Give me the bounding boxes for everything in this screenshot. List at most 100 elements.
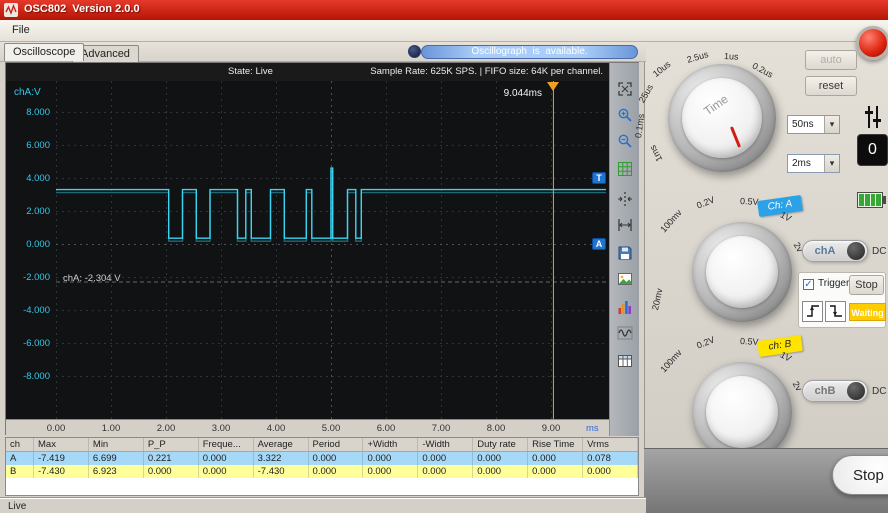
auto-button[interactable]: auto	[805, 50, 857, 70]
waveform-button[interactable]	[614, 323, 636, 345]
main-stop-button[interactable]: Stop	[832, 455, 888, 495]
zoom-in-icon	[617, 107, 633, 123]
time-cursor-handle[interactable]	[547, 82, 559, 91]
channel-a-voltage-label: chA: -2.304 V	[63, 273, 121, 284]
measurements-button[interactable]	[614, 351, 636, 373]
cell: 0.000	[473, 452, 528, 465]
spectrum-button[interactable]	[614, 297, 636, 319]
cell: 0.000	[418, 465, 473, 478]
zoom-out-icon	[617, 133, 633, 149]
x-tick: 4.00	[258, 423, 294, 434]
reset-button[interactable]: reset	[805, 76, 857, 96]
channel-b-knob-face	[706, 376, 778, 448]
y-tick: 2.000	[6, 206, 50, 217]
cell: 0.000	[528, 452, 583, 465]
channel-a-toggle-knob[interactable]	[847, 242, 865, 260]
time-knob[interactable]: Time	[668, 64, 776, 172]
col-header: P_P	[144, 438, 199, 451]
trigger-checkbox-label: Trigger	[818, 278, 849, 289]
oscilloscope-display: State: Live Sample Rate: 625K SPS. | FIF…	[5, 62, 639, 435]
save-button[interactable]	[614, 243, 636, 265]
zoom-in-button[interactable]	[614, 105, 636, 127]
table-row-channel-b[interactable]: B -7.430 6.923 0.000 0.000 -7.430 0.000 …	[6, 465, 638, 478]
y-tick: 0.000	[6, 239, 50, 250]
channel-a-coupling-label: DC	[872, 246, 886, 257]
cell: 0.000	[144, 465, 199, 478]
channel-a-zero-marker[interactable]: A	[592, 238, 606, 250]
fullscreen-button[interactable]	[614, 79, 636, 101]
col-header: Min	[89, 438, 144, 451]
banner-indicator-icon	[408, 45, 421, 58]
x-axis: 0.00 1.00 2.00 3.00 4.00 5.00 6.00 7.00 …	[6, 419, 609, 436]
availability-banner: Oscillograph is available.	[421, 45, 638, 59]
chevron-down-icon: ▾	[824, 116, 839, 133]
rising-edge-icon	[805, 303, 821, 319]
channel-a-enable-button[interactable]: chA	[802, 240, 868, 262]
cell: 0.000	[473, 465, 528, 478]
cell: -7.419	[34, 452, 89, 465]
col-header: Average	[254, 438, 309, 451]
timebase-select[interactable]: 2ms ▾	[787, 154, 840, 173]
battery-icon	[857, 192, 883, 208]
y-tick: -4.000	[6, 305, 50, 316]
cell: 0.000	[199, 465, 254, 478]
title-bar[interactable]: OSC802 Version 2.0.0	[0, 0, 888, 20]
cell: A	[6, 452, 34, 465]
time-knob-label: Time	[691, 84, 742, 125]
trigger-status-badge: Waiting	[849, 303, 886, 321]
chb-scale-label: 0.5V	[740, 336, 759, 347]
waveform-icon	[617, 325, 633, 341]
col-header: ch	[6, 438, 34, 451]
col-header: Max	[34, 438, 89, 451]
plot-area[interactable]: chA:V 8.000 6.000 4.000 2.000 0.000 -2.0…	[6, 81, 609, 419]
status-bar: Live	[0, 498, 646, 513]
y-tick: -6.000	[6, 338, 50, 349]
channel-a-button-label: chA	[803, 245, 847, 257]
cell: 0.078	[583, 452, 638, 465]
vertical-cursor-button[interactable]	[614, 189, 636, 211]
table-row-channel-a[interactable]: A -7.419 6.699 0.221 0.000 3.322 0.000 0…	[6, 452, 638, 465]
menu-file[interactable]: File	[0, 20, 42, 40]
horizontal-cursor-button[interactable]	[614, 215, 636, 237]
col-header: Period	[309, 438, 364, 451]
snapshot-icon	[617, 271, 633, 287]
fullscreen-icon	[617, 81, 633, 97]
app-window: OSC802 Version 2.0.0 File Stop Oscillosc…	[0, 0, 888, 513]
x-tick: 5.00	[313, 423, 349, 434]
battery-nub	[883, 196, 886, 204]
cell: 6.923	[89, 465, 144, 478]
power-button[interactable]	[856, 26, 888, 60]
filter-settings-icon[interactable]	[862, 104, 884, 130]
col-header: Freque...	[199, 438, 254, 451]
snapshot-button[interactable]	[614, 269, 636, 291]
channel-b-toggle-knob[interactable]	[847, 382, 865, 400]
cell: 0.000	[199, 452, 254, 465]
x-tick: 2.00	[148, 423, 184, 434]
save-icon	[617, 245, 633, 261]
tab-oscilloscope[interactable]: Oscilloscope	[4, 43, 84, 61]
x-axis-unit: ms	[586, 423, 599, 434]
scope-sample-rate: Sample Rate: 625K SPS. | FIFO size: 64K …	[370, 66, 603, 77]
x-tick: 3.00	[203, 423, 239, 434]
time-cursor-label: 9.044ms	[476, 88, 542, 99]
x-tick: 7.00	[423, 423, 459, 434]
col-header: Duty rate	[473, 438, 528, 451]
grid-button[interactable]	[614, 159, 636, 181]
channel-b-enable-button[interactable]: chB	[802, 380, 868, 402]
trigger-checkbox[interactable]: ✓	[803, 279, 814, 290]
channel-a-volts-knob[interactable]	[692, 222, 792, 322]
rising-edge-button[interactable]	[802, 301, 823, 322]
window-title: OSC802 Version 2.0.0	[24, 3, 140, 15]
scope-state: State: Live	[228, 66, 273, 77]
trigger-level-marker[interactable]: T	[592, 172, 606, 184]
timebase-value: 2ms	[788, 158, 824, 169]
trigger-stop-button[interactable]: Stop	[849, 275, 884, 295]
falling-edge-button[interactable]	[825, 301, 846, 322]
time-knob-face: Time	[682, 78, 762, 158]
x-tick: 1.00	[93, 423, 129, 434]
time-knob-pointer	[730, 126, 741, 148]
table-header-row: ch Max Min P_P Freque... Average Period …	[6, 438, 638, 452]
y-tick: 8.000	[6, 107, 50, 118]
channel-b-volts-knob[interactable]	[692, 362, 792, 462]
trigger-time-select[interactable]: 50ns ▾	[787, 115, 840, 134]
